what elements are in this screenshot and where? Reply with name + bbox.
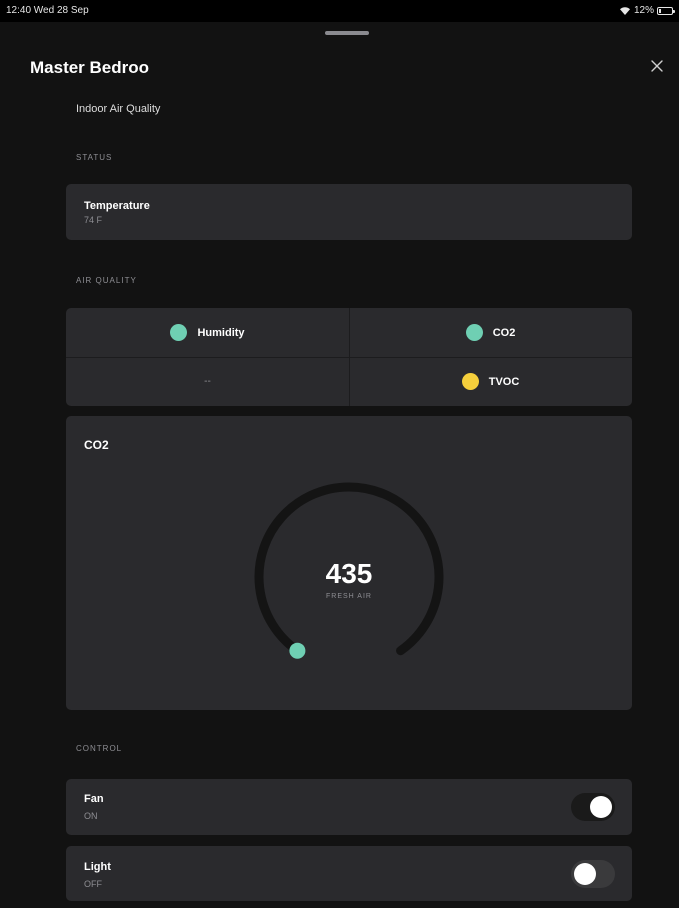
wifi-icon	[619, 7, 630, 15]
grid-cell-empty: --	[66, 357, 349, 406]
close-button[interactable]	[647, 56, 667, 76]
grid-cell-humidity[interactable]: Humidity	[66, 308, 349, 357]
grid-cell-tvoc[interactable]: TVOC	[349, 357, 632, 406]
air-quality-section-label: AIR QUALITY	[76, 276, 137, 285]
humidity-label: Humidity	[197, 326, 245, 339]
fan-title: Fan	[84, 793, 104, 805]
status-bar: 12:40 Wed 28 Sep 12%	[0, 0, 679, 22]
empty-cell-placeholder: --	[204, 376, 211, 387]
page-title: Master Bedroo	[30, 58, 150, 77]
air-quality-grid: Humidity CO2 -- TVOC	[66, 308, 632, 406]
grid-divider-horizontal	[66, 357, 632, 358]
gauge-value: 435	[325, 558, 373, 589]
temperature-title: Temperature	[84, 200, 150, 212]
close-icon	[651, 60, 663, 72]
grid-cell-co2[interactable]: CO2	[349, 308, 632, 357]
battery-percent: 12%	[633, 5, 654, 16]
light-toggle-knob	[574, 863, 596, 885]
light-state: OFF	[84, 879, 102, 889]
gauge-status-label: FRESH AIR	[326, 593, 372, 600]
fan-toggle[interactable]	[571, 793, 615, 821]
co2-status-dot	[465, 324, 483, 341]
control-section-label: CONTROL	[76, 744, 123, 753]
co2-gauge-card: CO2 435 FRESH AIR	[66, 416, 632, 710]
battery-icon	[657, 6, 675, 15]
sheet-grabber[interactable]	[325, 31, 369, 35]
humidity-status-dot	[170, 324, 188, 341]
status-section-label: STATUS	[76, 153, 113, 162]
light-title: Light	[84, 861, 111, 873]
status-time: 12:40 Wed 28 Sep	[6, 5, 89, 16]
fan-toggle-knob	[590, 796, 612, 818]
fan-state: ON	[84, 811, 98, 821]
fan-control-card: Fan ON	[66, 779, 632, 835]
tvoc-status-dot	[461, 373, 479, 390]
tvoc-label: TVOC	[488, 375, 520, 388]
light-control-card: Light OFF	[66, 846, 632, 901]
light-toggle[interactable]	[571, 860, 615, 888]
status-indicators: 12%	[619, 5, 675, 16]
screen: 12:40 Wed 28 Sep 12% Master Bedroo Indoo…	[0, 0, 679, 908]
temperature-value: 74 F	[84, 215, 103, 225]
temperature-card[interactable]: Temperature 74 F	[66, 184, 632, 240]
accessory-subtitle: Indoor Air Quality	[76, 103, 161, 115]
room-sheet: Master Bedroo Indoor Air Quality STATUS …	[0, 22, 679, 908]
gauge-indicator	[289, 642, 306, 659]
co2-label: CO2	[492, 326, 516, 339]
